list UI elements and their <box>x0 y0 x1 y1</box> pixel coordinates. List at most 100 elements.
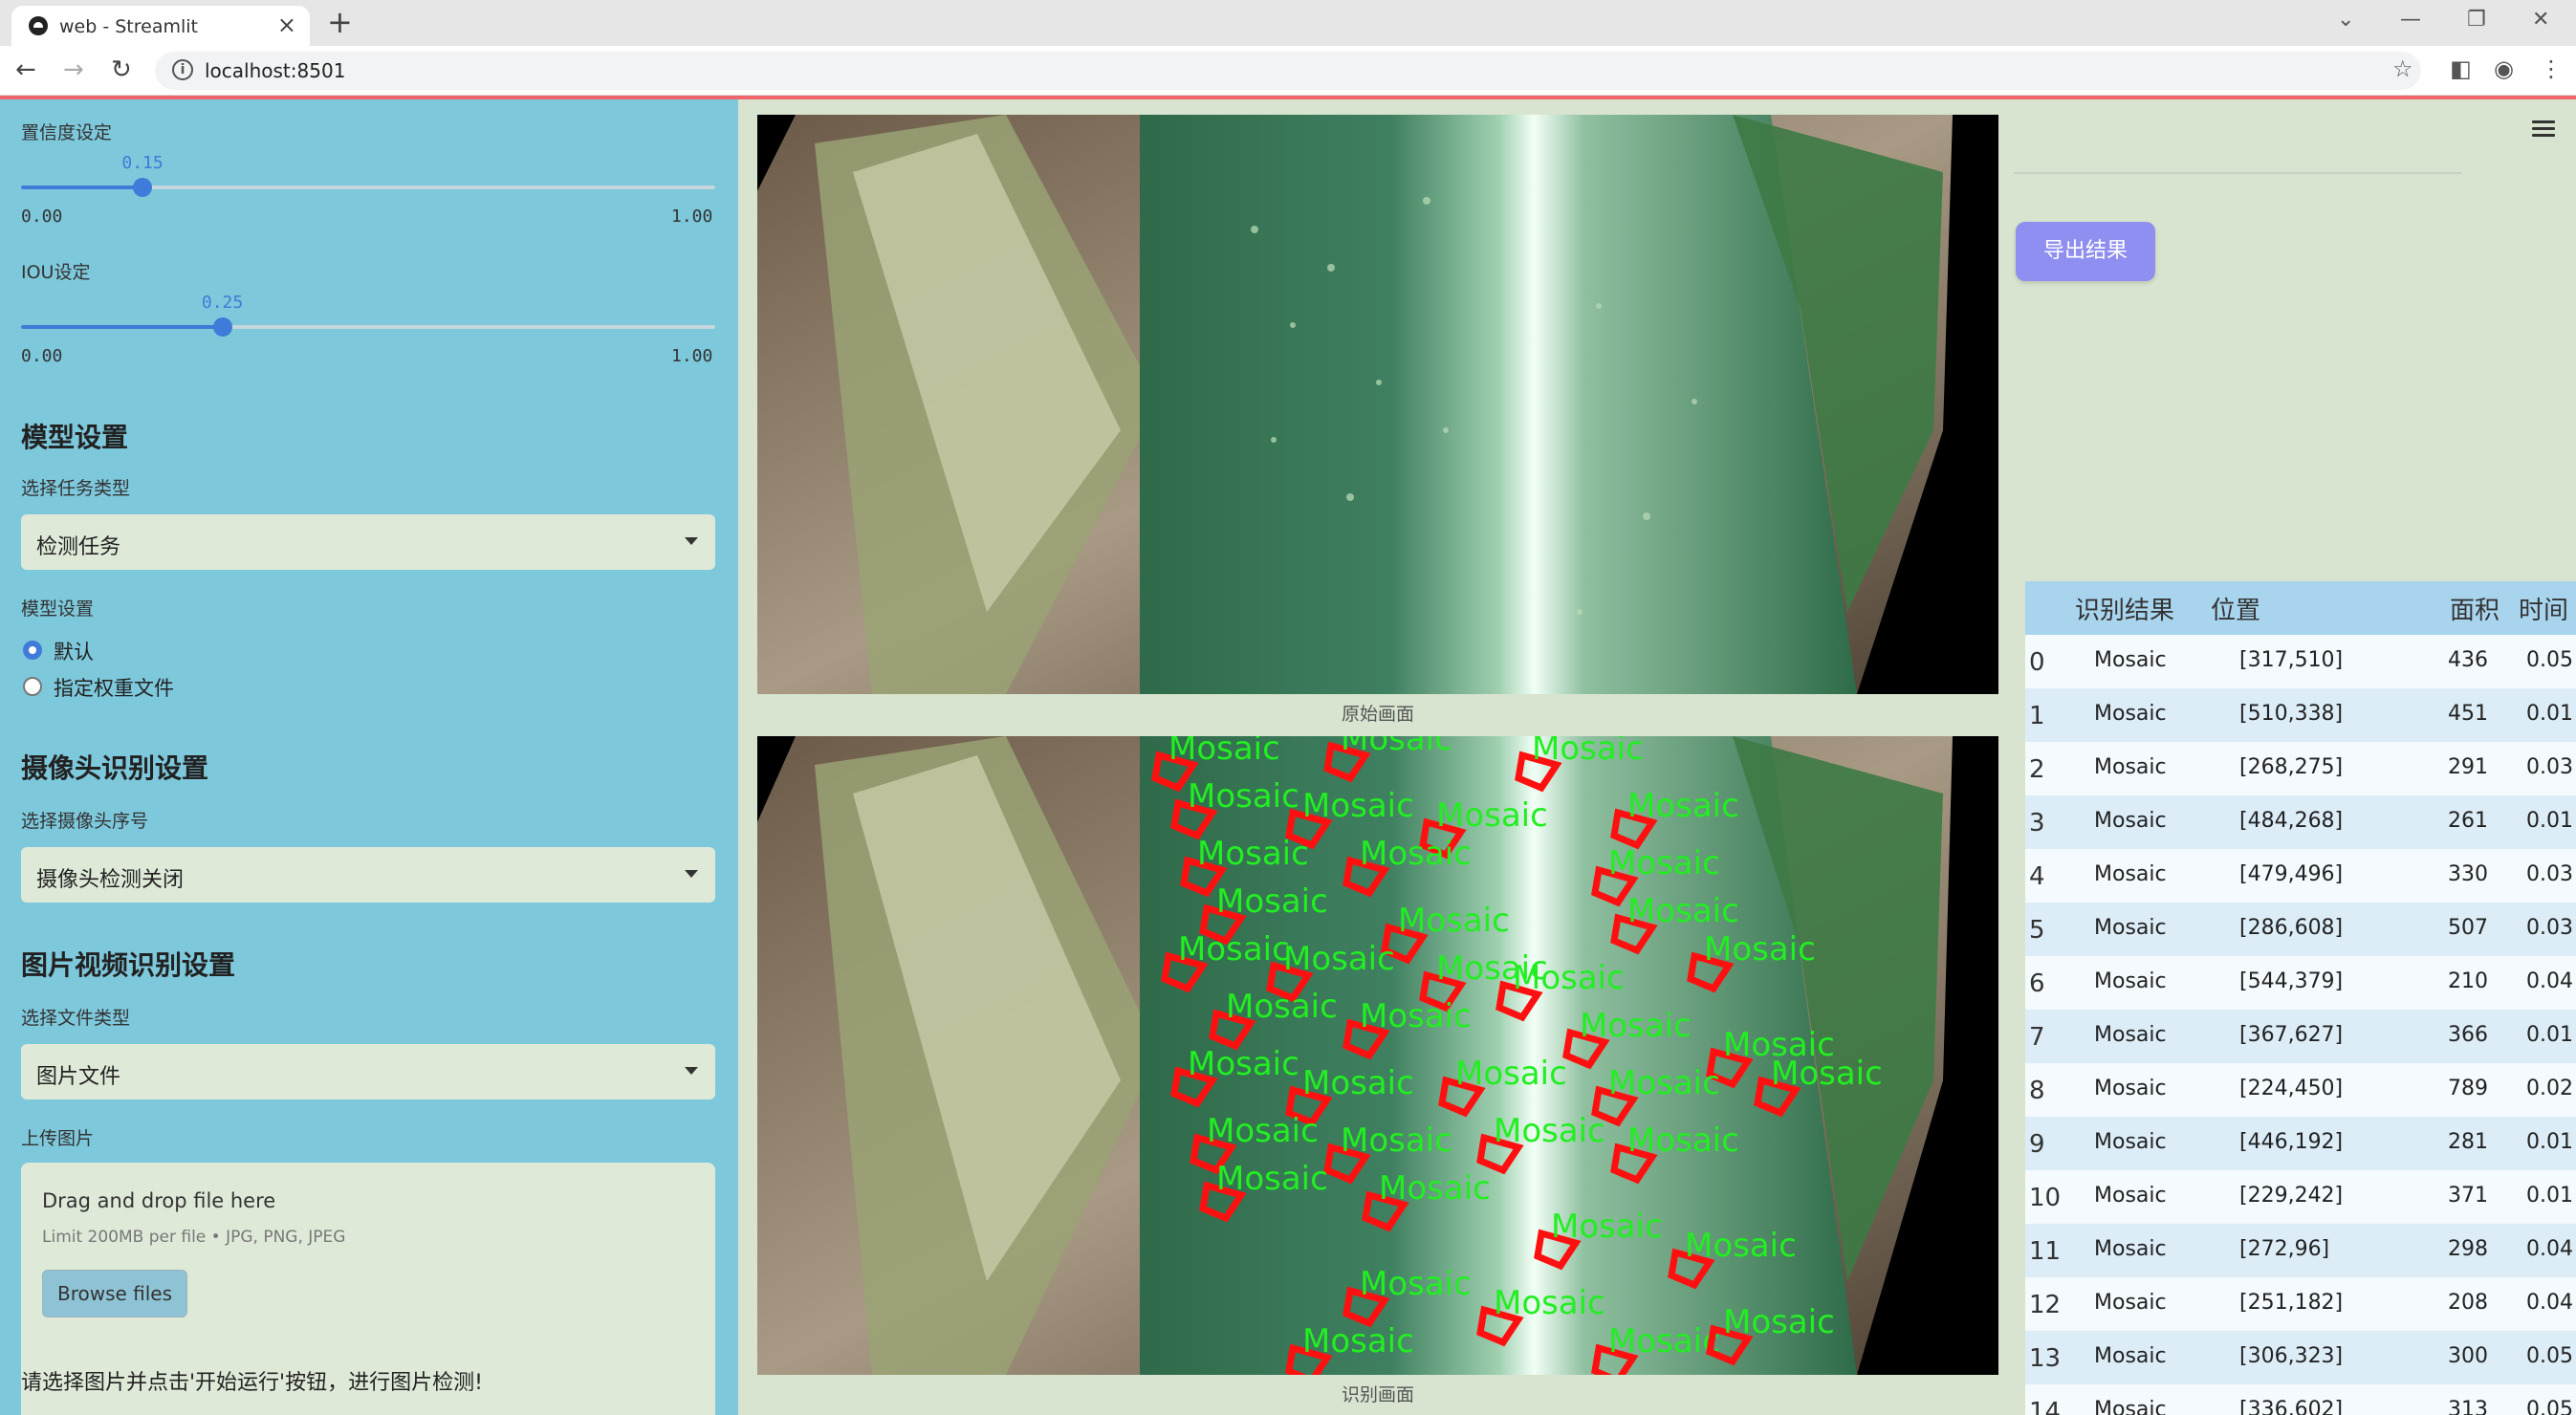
table-row[interactable]: 4 Mosaic [479,496] 330 0.03 <box>2025 849 2576 903</box>
row-time: 0.05 <box>2526 1344 2573 1368</box>
radio-weights-file-label[interactable]: 指定权重文件 <box>54 673 174 702</box>
row-time: 0.01 <box>2526 1184 2573 1208</box>
row-area: 789 <box>2448 1077 2488 1100</box>
row-index: 4 <box>2029 862 2045 891</box>
row-index: 11 <box>2029 1237 2062 1266</box>
profile-avatar-icon[interactable]: ◉ <box>2494 55 2514 82</box>
iou-slider-thumb[interactable] <box>212 317 232 337</box>
table-row[interactable]: 3 Mosaic [484,268] 261 0.01 <box>2025 795 2576 849</box>
address-bar[interactable]: i localhost:8501 <box>155 52 2421 90</box>
confidence-value: 0.15 <box>121 153 164 173</box>
detection-tag: Mosaic <box>1360 835 1472 873</box>
row-position: [229,242] <box>2239 1184 2344 1208</box>
camera-settings-header: 摄像头识别设置 <box>21 752 209 784</box>
forward-arrow-icon[interactable]: → <box>63 55 84 84</box>
table-row[interactable]: 11 Mosaic [272,96] 298 0.04 <box>2025 1224 2576 1277</box>
table-row[interactable]: 8 Mosaic [224,450] 789 0.02 <box>2025 1063 2576 1117</box>
browser-tab[interactable]: web - Streamlit × <box>11 6 310 46</box>
detection-tag: Mosaic <box>1494 1112 1605 1150</box>
row-area: 208 <box>2448 1291 2488 1315</box>
upload-limit: Limit 200MB per file • JPG, PNG, JPEG <box>42 1228 346 1247</box>
task-type-select[interactable]: 检测任务 <box>21 514 715 570</box>
streamlit-favicon-icon <box>29 16 48 35</box>
instruction-note: 请选择图片并点击'开始运行'按钮，进行图片检测! <box>21 1371 483 1395</box>
detection-tag: Mosaic <box>1341 1121 1452 1160</box>
detection-tag: Mosaic <box>1494 1284 1605 1322</box>
close-tab-icon[interactable]: × <box>277 11 296 38</box>
detection-tag: Mosaic <box>1704 930 1816 969</box>
row-label: Mosaic <box>2094 702 2167 726</box>
row-area: 298 <box>2448 1237 2488 1261</box>
iou-slider-fill <box>21 325 223 329</box>
minimize-icon[interactable]: — <box>2400 8 2421 32</box>
browser-toolbar: ← → ↻ i localhost:8501 ☆ ◧ ◉ ⋮ <box>0 46 2576 96</box>
table-row[interactable]: 14 Mosaic [336,602] 313 0.05 <box>2025 1384 2576 1415</box>
radio-default-label[interactable]: 默认 <box>54 637 94 665</box>
file-type-label: 选择文件类型 <box>21 1008 131 1029</box>
iou-slider[interactable]: 0.25 <box>21 293 715 337</box>
table-row[interactable]: 2 Mosaic [268,275] 291 0.03 <box>2025 742 2576 795</box>
detection-tag: Mosaic <box>1580 1007 1692 1045</box>
header-area[interactable]: 面积 <box>2450 591 2500 626</box>
row-position: [286,608] <box>2239 916 2344 940</box>
row-label: Mosaic <box>2094 648 2167 672</box>
row-index: 0 <box>2029 648 2045 677</box>
restore-icon[interactable]: ❐ <box>2467 8 2486 32</box>
iou-min: 0.00 <box>21 346 63 366</box>
radio-weights-file[interactable] <box>23 677 42 696</box>
reload-icon[interactable]: ↻ <box>111 55 132 84</box>
side-panel-icon[interactable]: ◧ <box>2450 55 2472 82</box>
row-position: [272,96] <box>2239 1237 2330 1261</box>
divider <box>2014 172 2461 174</box>
close-window-icon[interactable]: ✕ <box>2532 8 2549 32</box>
hamburger-menu-icon[interactable] <box>2532 120 2555 138</box>
table-row[interactable]: 5 Mosaic [286,608] 507 0.03 <box>2025 903 2576 956</box>
table-row[interactable]: 10 Mosaic [229,242] 371 0.01 <box>2025 1170 2576 1224</box>
media-settings-header: 图片视频识别设置 <box>21 949 236 981</box>
table-row[interactable]: 13 Mosaic [306,323] 300 0.05 <box>2025 1331 2576 1384</box>
site-info-icon[interactable]: i <box>172 59 193 80</box>
export-results-button[interactable]: 导出结果 <box>2016 222 2155 281</box>
row-index: 2 <box>2029 755 2045 784</box>
confidence-slider-thumb[interactable] <box>133 178 153 197</box>
header-time[interactable]: 时间 <box>2519 591 2568 626</box>
row-position: [544,379] <box>2239 969 2344 993</box>
radio-default[interactable] <box>23 641 42 660</box>
row-time: 0.04 <box>2526 1291 2573 1315</box>
bookmark-star-icon[interactable]: ☆ <box>2392 55 2413 82</box>
row-area: 371 <box>2448 1184 2488 1208</box>
task-type-label: 选择任务类型 <box>21 478 131 499</box>
row-time: 0.04 <box>2526 969 2573 993</box>
table-row[interactable]: 6 Mosaic [544,379] 210 0.04 <box>2025 956 2576 1010</box>
back-arrow-icon[interactable]: ← <box>15 55 36 84</box>
browse-files-button[interactable]: Browse files <box>42 1270 187 1317</box>
row-area: 366 <box>2448 1023 2488 1047</box>
table-row[interactable]: 9 Mosaic [446,192] 281 0.01 <box>2025 1117 2576 1170</box>
url-text[interactable]: localhost:8501 <box>205 59 345 82</box>
row-area: 300 <box>2448 1344 2488 1368</box>
tab-search-chevron-icon[interactable]: ⌄ <box>2337 8 2354 32</box>
camera-index-label: 选择摄像头序号 <box>21 811 149 832</box>
header-result[interactable]: 识别结果 <box>2075 591 2174 626</box>
row-area: 436 <box>2448 648 2488 672</box>
confidence-max: 1.00 <box>671 207 713 227</box>
table-row[interactable]: 12 Mosaic [251,182] 208 0.04 <box>2025 1277 2576 1331</box>
new-tab-icon[interactable]: + <box>327 4 353 40</box>
file-type-select[interactable]: 图片文件 <box>21 1044 715 1099</box>
detection-tag: Mosaic <box>1771 1055 1883 1093</box>
row-index: 6 <box>2029 969 2045 998</box>
header-position[interactable]: 位置 <box>2211 591 2260 626</box>
browser-tab-bar: web - Streamlit × + ⌄ — ❐ ✕ <box>0 0 2576 46</box>
table-row[interactable]: 7 Mosaic [367,627] 366 0.01 <box>2025 1010 2576 1063</box>
table-row[interactable]: 1 Mosaic [510,338] 451 0.01 <box>2025 688 2576 742</box>
confidence-slider[interactable]: 0.15 <box>21 153 715 197</box>
detection-tag: Mosaic <box>1188 1045 1299 1083</box>
row-index: 13 <box>2029 1344 2062 1373</box>
upload-title: Drag and drop file here <box>42 1189 276 1212</box>
camera-select[interactable]: 摄像头检测关闭 <box>21 847 715 903</box>
original-image <box>757 115 1998 694</box>
row-label: Mosaic <box>2094 1023 2167 1047</box>
row-index: 9 <box>2029 1130 2045 1159</box>
table-row[interactable]: 0 Mosaic [317,510] 436 0.05 <box>2025 635 2576 688</box>
browser-menu-icon[interactable]: ⋮ <box>2540 55 2563 82</box>
